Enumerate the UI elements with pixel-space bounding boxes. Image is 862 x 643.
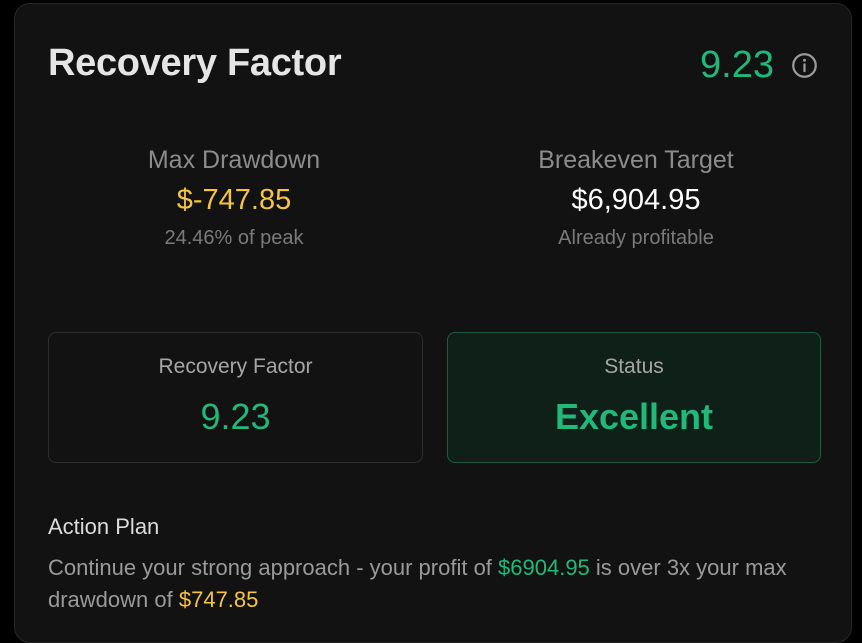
action-plan-drawdown: $747.85	[178, 587, 259, 612]
recovery-factor-card	[14, 3, 852, 643]
recovery-factor-box-value: 9.23	[200, 396, 271, 437]
breakeven-target-metric: Breakeven Target $6,904.95 Already profi…	[466, 142, 806, 254]
status-box-label: Status	[604, 355, 664, 378]
breakeven-target-sub: Already profitable	[558, 227, 714, 249]
info-circle-icon[interactable]	[791, 52, 818, 79]
breakeven-target-value: $6,904.95	[571, 184, 701, 216]
max-drawdown-label: Max Drawdown	[147, 146, 321, 174]
max-drawdown-value: $-747.85	[176, 184, 292, 216]
max-drawdown-sub: 24.46% of peak	[164, 227, 304, 249]
status-box-value: Excellent	[554, 396, 714, 437]
breakeven-target-label: Breakeven Target	[538, 146, 734, 174]
action-plan-title: Action Plan	[48, 514, 160, 539]
max-drawdown-metric: Max Drawdown $-747.85 24.46% of peak	[64, 142, 404, 254]
action-plan-text-part1: Continue your strong approach - your pro…	[48, 555, 499, 580]
recovery-factor-box-label: Recovery Factor	[158, 355, 313, 378]
header-recovery-value: 9.23	[700, 44, 774, 86]
card-title: Recovery Factor	[48, 42, 342, 84]
action-plan-text: Continue your strong approach - your pro…	[48, 552, 818, 616]
recovery-factor-box: Recovery Factor 9.23	[48, 332, 423, 463]
status-box: Status Excellent	[447, 332, 821, 463]
action-plan-profit: $6904.95	[498, 555, 590, 580]
